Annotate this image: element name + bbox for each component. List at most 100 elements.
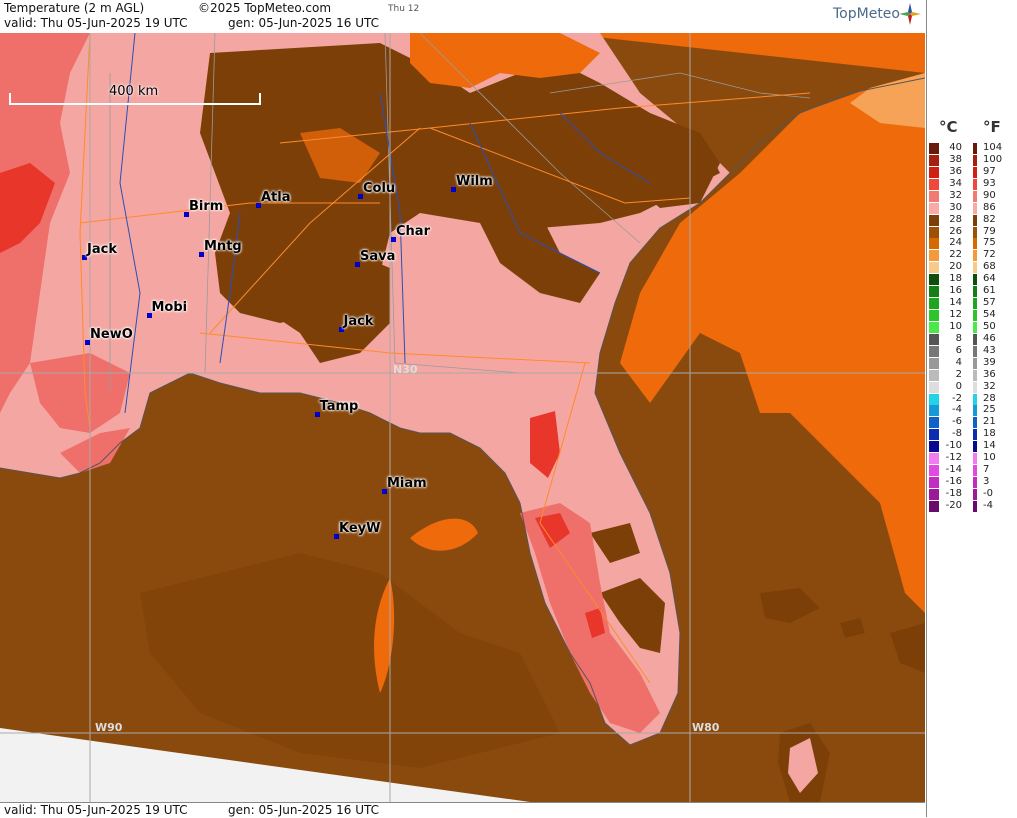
city-label[interactable]: Mntg bbox=[204, 239, 242, 254]
legend-swatch-f bbox=[973, 417, 977, 429]
legend-swatch-f bbox=[973, 453, 977, 465]
legend-fahrenheit-value: 50 bbox=[983, 320, 996, 332]
legend-celsius-value: -16 bbox=[945, 476, 962, 488]
grid-label-w90: W90 bbox=[95, 721, 123, 734]
legend-celsius-value: 24 bbox=[949, 237, 962, 249]
scale-label: 400 km bbox=[109, 84, 159, 99]
legend-swatch-f bbox=[973, 274, 977, 286]
legend-fahrenheit-value: 68 bbox=[983, 261, 996, 273]
city-label[interactable]: Mobi bbox=[152, 300, 188, 315]
legend-fahrenheit-value: 10 bbox=[983, 452, 996, 464]
legend-celsius-value: -8 bbox=[952, 428, 962, 440]
legend-swatch-f bbox=[973, 393, 977, 405]
legend-swatch-f bbox=[973, 310, 977, 322]
legend-swatch-f bbox=[973, 250, 977, 262]
legend-swatch-f bbox=[973, 214, 977, 226]
legend-swatch-f bbox=[973, 166, 977, 178]
legend-swatch-f bbox=[973, 477, 977, 489]
city-label[interactable]: Sava bbox=[360, 249, 395, 264]
legend-fahrenheit-value: 64 bbox=[983, 273, 996, 285]
legend-fahrenheit-value: 46 bbox=[983, 332, 996, 344]
city-label[interactable]: Colu bbox=[363, 181, 395, 196]
city-label[interactable]: Char bbox=[396, 224, 430, 239]
legend-swatch-f bbox=[973, 321, 977, 333]
legend-swatch-f bbox=[973, 154, 977, 166]
legend-fahrenheit-value: 39 bbox=[983, 356, 996, 368]
legend-celsius-value: 36 bbox=[949, 165, 962, 177]
grid-label-w80: W80 bbox=[692, 721, 720, 734]
legend-celsius-value: 8 bbox=[955, 332, 962, 344]
city-label[interactable]: Jack bbox=[344, 314, 374, 329]
map-footer: valid: Thu 05-Jun-2025 19 UTC gen: 05-Ju… bbox=[0, 802, 925, 818]
legend-swatch-f bbox=[973, 405, 977, 417]
legend-swatch-f bbox=[973, 345, 977, 357]
city-label[interactable]: Atla bbox=[261, 190, 291, 205]
legend-fahrenheit-value: 75 bbox=[983, 237, 996, 249]
generated-time: gen: 05-Jun-2025 16 UTC bbox=[228, 16, 380, 30]
legend-celsius-value: 10 bbox=[949, 320, 962, 332]
compass-star-icon bbox=[899, 3, 921, 25]
legend-fahrenheit-value: 97 bbox=[983, 165, 996, 177]
legend-fahrenheit-value: 90 bbox=[983, 189, 996, 201]
legend-swatch-f bbox=[973, 178, 977, 190]
temperature-legend: °C °F 40 104 38 100 36 97 34 93 32 90 30 86 28 82 26 79… bbox=[926, 0, 1017, 817]
topmeteo-logo[interactable]: TopMeteo bbox=[833, 6, 900, 22]
legend-fahrenheit-value: 104 bbox=[983, 142, 1003, 153]
legend-celsius-value: -6 bbox=[952, 416, 962, 428]
footer-valid-time: valid: Thu 05-Jun-2025 19 UTC bbox=[4, 803, 188, 817]
temperature-map[interactable]: 400 km N30 W90 W80 Birm Atla Colu Wilm Jack M… bbox=[0, 33, 925, 802]
map-canvas[interactable] bbox=[0, 33, 925, 802]
legend-fahrenheit-value: 14 bbox=[983, 440, 996, 452]
legend-celsius-value: -18 bbox=[945, 487, 962, 499]
legend-swatch-f bbox=[973, 465, 977, 477]
legend-swatch-f bbox=[973, 190, 977, 202]
footer-generated-time: gen: 05-Jun-2025 16 UTC bbox=[228, 803, 380, 817]
legend-swatch-f bbox=[973, 500, 977, 512]
legend-celsius-value: 28 bbox=[949, 213, 962, 225]
legend-celsius-value: 20 bbox=[949, 261, 962, 273]
legend-fahrenheit-value: 100 bbox=[983, 153, 1003, 165]
legend-celsius-value: 2 bbox=[955, 368, 962, 380]
legend-fahrenheit-value: 3 bbox=[983, 476, 990, 488]
legend-fahrenheit-value: 72 bbox=[983, 249, 996, 261]
legend-celsius-value: 22 bbox=[949, 249, 962, 261]
legend-celsius-value: -12 bbox=[945, 452, 962, 464]
legend-swatch-f bbox=[973, 381, 977, 393]
legend-fahrenheit-value: 79 bbox=[983, 225, 996, 237]
legend-celsius-value: -10 bbox=[945, 440, 962, 452]
legend-celsius-value: 18 bbox=[949, 273, 962, 285]
legend-celsius-value: -20 bbox=[945, 499, 962, 511]
legend-celsius-value: 34 bbox=[949, 177, 962, 189]
legend-swatch-f bbox=[973, 286, 977, 298]
legend-swatch-f bbox=[973, 226, 977, 238]
city-label[interactable]: Tamp bbox=[320, 399, 359, 414]
fahrenheit-unit: °F bbox=[983, 118, 1001, 136]
legend-fahrenheit-value: 7 bbox=[983, 464, 990, 476]
legend-fahrenheit-value: 32 bbox=[983, 380, 996, 392]
legend-swatch-f bbox=[973, 333, 977, 345]
day-label: Thu 12 bbox=[388, 4, 420, 14]
legend-celsius-value: -4 bbox=[952, 404, 962, 416]
city-label[interactable]: NewO bbox=[90, 327, 133, 342]
city-label[interactable]: Birm bbox=[189, 199, 223, 214]
map-title: Temperature (2 m AGL) bbox=[4, 1, 145, 15]
valid-time: valid: Thu 05-Jun-2025 19 UTC bbox=[4, 16, 188, 30]
legend-fahrenheit-value: 43 bbox=[983, 344, 996, 356]
city-label[interactable]: KeyW bbox=[339, 521, 380, 536]
legend-fahrenheit-value: 36 bbox=[983, 368, 996, 380]
legend-celsius-value: 38 bbox=[949, 153, 962, 165]
copyright-text: ©2025 TopMeteo.com bbox=[198, 1, 332, 15]
map-header: Temperature (2 m AGL) ©2025 TopMeteo.com… bbox=[0, 0, 925, 34]
legend-swatch-f bbox=[973, 143, 977, 154]
legend-celsius-value: 40 bbox=[949, 142, 962, 153]
city-label[interactable]: Jack bbox=[87, 242, 117, 257]
legend-fahrenheit-value: 21 bbox=[983, 416, 996, 428]
legend-celsius-value: 12 bbox=[949, 309, 962, 321]
legend-fahrenheit-value: 61 bbox=[983, 285, 996, 297]
legend-fahrenheit-value: 18 bbox=[983, 428, 996, 440]
legend-swatch-f bbox=[973, 441, 977, 453]
city-label[interactable]: Wilm bbox=[456, 174, 493, 189]
city-label[interactable]: Miam bbox=[387, 476, 427, 491]
legend-swatch-f bbox=[973, 488, 977, 500]
legend-fahrenheit-value: -4 bbox=[983, 499, 993, 511]
